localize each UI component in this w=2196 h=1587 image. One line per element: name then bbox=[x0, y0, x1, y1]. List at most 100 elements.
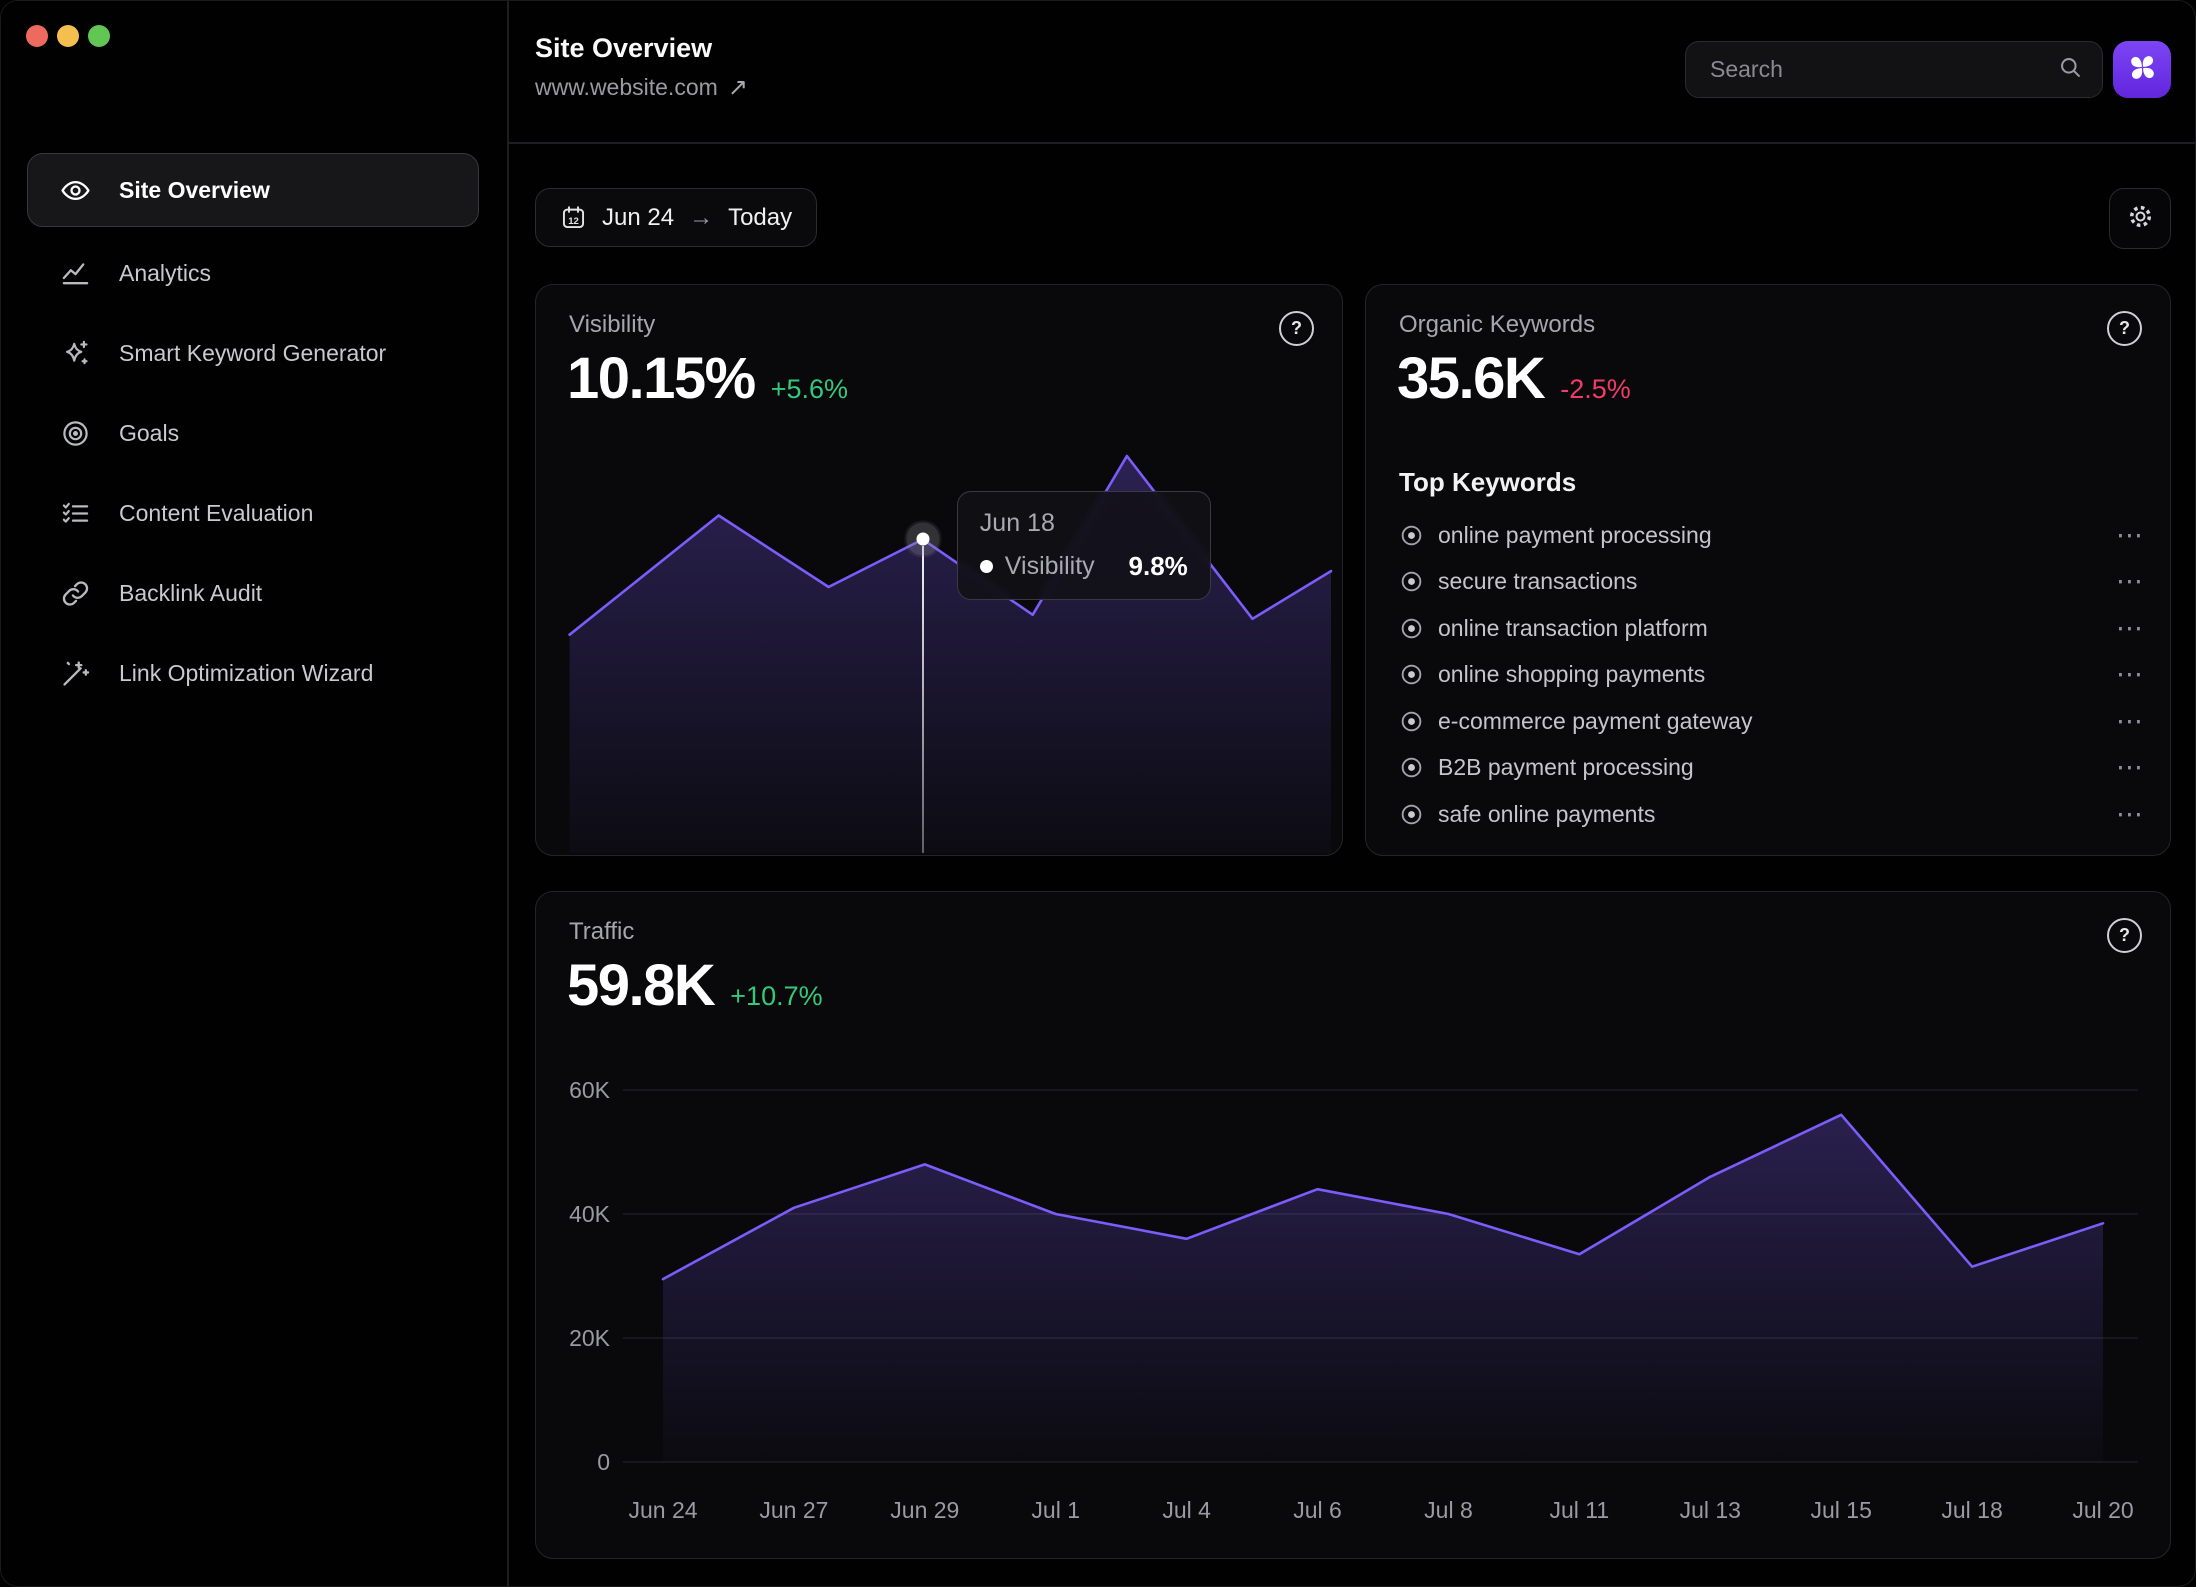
top-keywords-heading: Top Keywords bbox=[1399, 467, 1576, 498]
visibility-delta: +5.6% bbox=[771, 374, 848, 405]
keyword-row[interactable]: online payment processing ⋯ bbox=[1399, 512, 2144, 559]
circle-dot-icon bbox=[1399, 802, 1424, 827]
organic-keywords-card-title: Organic Keywords bbox=[1399, 311, 1595, 339]
sidebar-item-icon bbox=[58, 576, 92, 610]
circle-dot-icon bbox=[1399, 662, 1424, 687]
site-url: www.website.com bbox=[535, 74, 718, 101]
svg-text:Jul 1: Jul 1 bbox=[1031, 1497, 1080, 1523]
circle-dot-icon bbox=[1399, 569, 1424, 594]
sidebar-item-icon bbox=[58, 336, 92, 370]
visibility-card: Visibility ? 10.15% +5.6% Jun 18 Visibil… bbox=[535, 284, 1343, 856]
traffic-card-title: Traffic bbox=[569, 918, 634, 946]
close-button[interactable] bbox=[26, 25, 48, 47]
keyword-row[interactable]: e-commerce payment gateway ⋯ bbox=[1399, 698, 2144, 745]
window-controls bbox=[26, 25, 110, 47]
sidebar-item-label: Link Optimization Wizard bbox=[119, 660, 373, 687]
svg-text:Jun 27: Jun 27 bbox=[759, 1497, 828, 1523]
sidebar-item-icon bbox=[58, 173, 92, 207]
app-window: Site Overview Analytics Smart Keyword Ge… bbox=[0, 0, 2196, 1587]
keyword-label: B2B payment processing bbox=[1438, 754, 1694, 781]
svg-text:Jul 15: Jul 15 bbox=[1810, 1497, 1871, 1523]
main-content: Site Overview www.website.com ↗ 12 Jun 2… bbox=[509, 1, 2195, 1586]
svg-text:Jun 29: Jun 29 bbox=[890, 1497, 959, 1523]
series-dot-icon bbox=[980, 560, 993, 573]
svg-text:0: 0 bbox=[597, 1449, 610, 1475]
sidebar-item-icon bbox=[58, 416, 92, 450]
sidebar-item-label: Analytics bbox=[119, 260, 211, 287]
sidebar-item-smart-keyword-generator[interactable]: Smart Keyword Generator bbox=[27, 313, 479, 393]
keyword-more-button[interactable]: ⋯ bbox=[2116, 613, 2144, 644]
svg-text:Jun 24: Jun 24 bbox=[628, 1497, 697, 1523]
sidebar-item-icon bbox=[58, 496, 92, 530]
sidebar-item-label: Content Evaluation bbox=[119, 500, 313, 527]
keyword-row[interactable]: online shopping payments ⋯ bbox=[1399, 652, 2144, 699]
search-box[interactable] bbox=[1685, 41, 2103, 98]
help-icon[interactable]: ? bbox=[2107, 311, 2142, 346]
settings-button[interactable] bbox=[2109, 188, 2171, 249]
keyword-more-button[interactable]: ⋯ bbox=[2116, 799, 2144, 830]
date-range-start: Jun 24 bbox=[602, 204, 674, 232]
circle-dot-icon bbox=[1399, 616, 1424, 641]
keyword-label: safe online payments bbox=[1438, 801, 1655, 828]
keyword-more-button[interactable]: ⋯ bbox=[2116, 520, 2144, 551]
keyword-label: e-commerce payment gateway bbox=[1438, 708, 1752, 735]
chart-tooltip: Jun 18 Visibility 9.8% bbox=[957, 491, 1211, 600]
keyword-list: online payment processing ⋯ secure trans… bbox=[1399, 512, 2144, 838]
sidebar-item-site-overview[interactable]: Site Overview bbox=[27, 153, 479, 227]
keyword-row[interactable]: B2B payment processing ⋯ bbox=[1399, 745, 2144, 792]
keyword-row[interactable]: safe online payments ⋯ bbox=[1399, 791, 2144, 838]
keyword-label: secure transactions bbox=[1438, 568, 1637, 595]
circle-dot-icon bbox=[1399, 755, 1424, 780]
date-range-picker[interactable]: 12 Jun 24 → Today bbox=[535, 188, 817, 247]
traffic-delta: +10.7% bbox=[730, 981, 822, 1012]
help-icon[interactable]: ? bbox=[2107, 918, 2142, 953]
keyword-label: online transaction platform bbox=[1438, 615, 1708, 642]
pinwheel-logo-icon bbox=[2122, 47, 2163, 93]
organic-keywords-card: Organic Keywords ? 35.6K -2.5% Top Keywo… bbox=[1365, 284, 2171, 856]
sidebar-item-label: Site Overview bbox=[119, 177, 270, 204]
keyword-more-button[interactable]: ⋯ bbox=[2116, 752, 2144, 783]
search-input[interactable] bbox=[1708, 55, 2057, 84]
circle-dot-icon bbox=[1399, 709, 1424, 734]
search-icon bbox=[2057, 54, 2084, 86]
circle-dot-icon bbox=[1399, 523, 1424, 548]
keyword-more-button[interactable]: ⋯ bbox=[2116, 566, 2144, 597]
external-link-icon: ↗ bbox=[728, 73, 748, 102]
hover-point-marker bbox=[916, 533, 929, 546]
help-icon[interactable]: ? bbox=[1279, 311, 1314, 346]
traffic-value: 59.8K bbox=[567, 952, 714, 1019]
keyword-more-button[interactable]: ⋯ bbox=[2116, 659, 2144, 690]
app-logo-button[interactable] bbox=[2113, 41, 2171, 98]
keyword-row[interactable]: secure transactions ⋯ bbox=[1399, 559, 2144, 606]
keyword-more-button[interactable]: ⋯ bbox=[2116, 706, 2144, 737]
keyword-row[interactable]: online transaction platform ⋯ bbox=[1399, 605, 2144, 652]
zoom-button[interactable] bbox=[88, 25, 110, 47]
svg-text:Jul 13: Jul 13 bbox=[1680, 1497, 1741, 1523]
site-url-link[interactable]: www.website.com ↗ bbox=[535, 73, 748, 102]
traffic-chart[interactable]: 60K40K20K0Jun 24Jun 27Jun 29Jul 1Jul 4Ju… bbox=[568, 1077, 2138, 1538]
traffic-card: Traffic ? 59.8K +10.7% 60K 40K 20K 0 Jun 24 J… bbox=[535, 891, 2171, 1559]
visibility-value: 10.15% bbox=[567, 345, 755, 412]
date-range-end: Today bbox=[728, 204, 792, 232]
page-title: Site Overview bbox=[535, 33, 712, 64]
svg-text:Jul 11: Jul 11 bbox=[1550, 1497, 1610, 1523]
sidebar-item-link-optimization-wizard[interactable]: Link Optimization Wizard bbox=[27, 633, 479, 713]
svg-text:60K: 60K bbox=[569, 1077, 611, 1103]
keyword-label: online payment processing bbox=[1438, 522, 1712, 549]
sidebar-item-content-evaluation[interactable]: Content Evaluation bbox=[27, 473, 479, 553]
hover-crosshair-line bbox=[922, 546, 924, 853]
sidebar-nav: Site Overview Analytics Smart Keyword Ge… bbox=[27, 153, 479, 713]
visibility-chart[interactable]: Jun 18 Visibility 9.8% bbox=[546, 456, 1331, 853]
svg-text:40K: 40K bbox=[569, 1201, 611, 1227]
sidebar-item-label: Goals bbox=[119, 420, 179, 447]
minimize-button[interactable] bbox=[57, 25, 79, 47]
svg-text:Jul 6: Jul 6 bbox=[1293, 1497, 1342, 1523]
sidebar-item-goals[interactable]: Goals bbox=[27, 393, 479, 473]
organic-keywords-value: 35.6K bbox=[1397, 345, 1544, 412]
arrow-right-icon: → bbox=[689, 204, 713, 232]
tooltip-value: 9.8% bbox=[1129, 551, 1188, 582]
sidebar-item-backlink-audit[interactable]: Backlink Audit bbox=[27, 553, 479, 633]
sidebar: Site Overview Analytics Smart Keyword Ge… bbox=[1, 1, 507, 1586]
svg-text:20K: 20K bbox=[569, 1325, 611, 1351]
sidebar-item-analytics[interactable]: Analytics bbox=[27, 233, 479, 313]
